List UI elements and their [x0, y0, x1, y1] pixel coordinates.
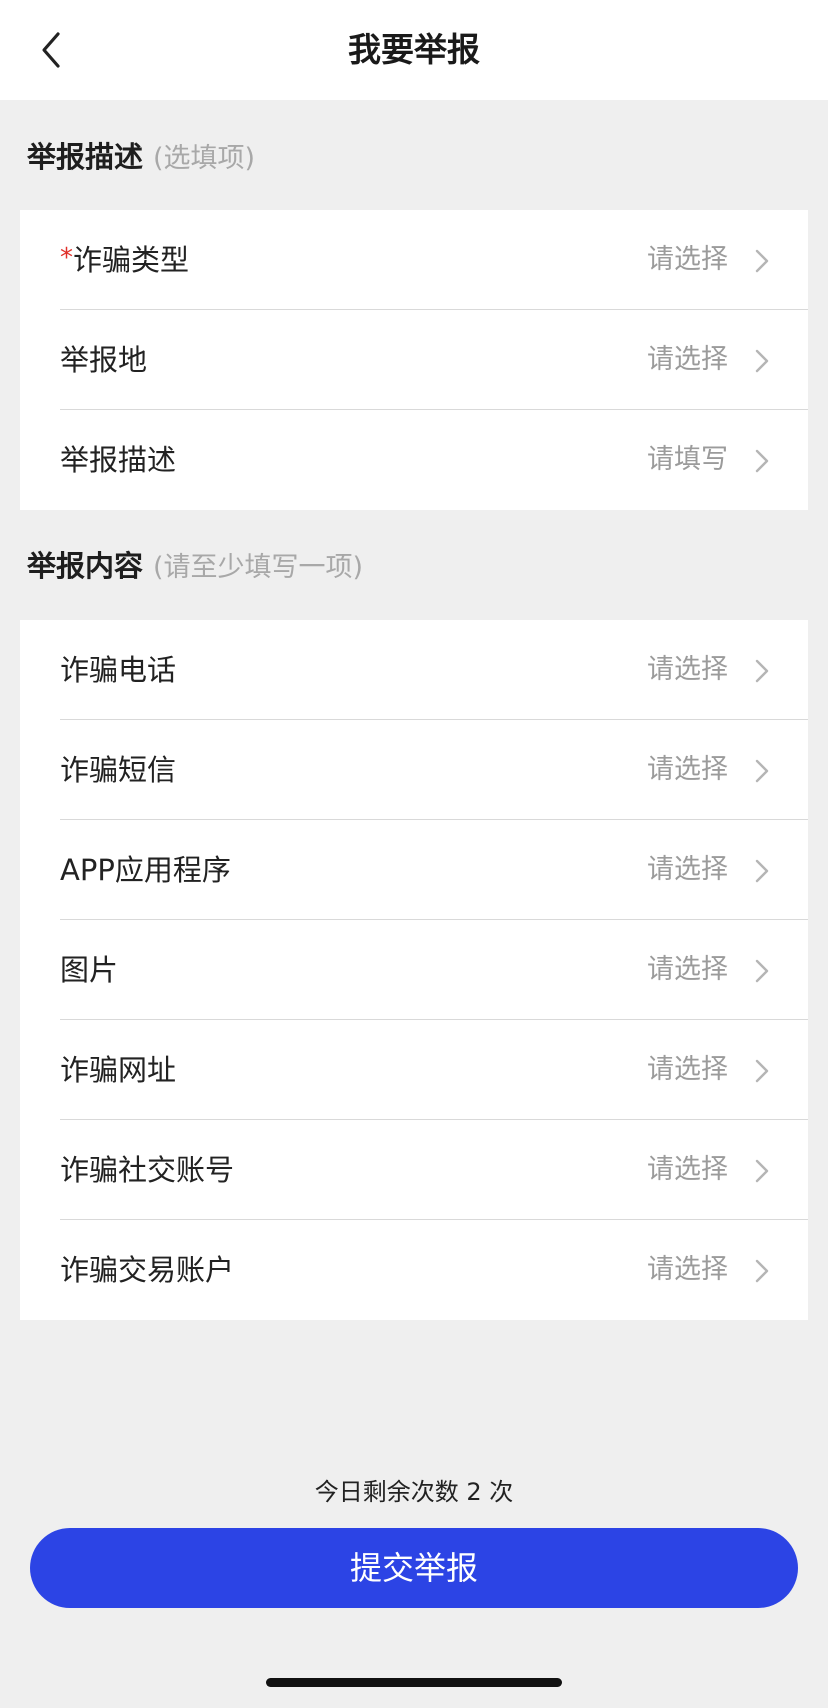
- row-fraud-type[interactable]: *诈骗类型 请选择: [20, 210, 808, 310]
- row-value: 请选择: [647, 1254, 728, 1285]
- row-label: 诈骗交易账户: [60, 1253, 235, 1287]
- row-label: 诈骗社交账号: [60, 1153, 235, 1187]
- section-title-text: 举报内容: [27, 549, 144, 583]
- row-app[interactable]: APP应用程序 请选择: [20, 820, 808, 920]
- row-value: 请选择: [647, 954, 728, 985]
- row-label: *诈骗类型: [60, 210, 189, 312]
- chevron-right-icon: [754, 348, 770, 374]
- row-label: 图片: [60, 953, 119, 987]
- chevron-right-icon: [754, 658, 770, 684]
- row-value: 请填写: [647, 444, 728, 475]
- chevron-right-icon: [754, 1158, 770, 1184]
- row-value: 请选择: [647, 754, 728, 785]
- row-value: 请选择: [647, 654, 728, 685]
- chevron-right-icon: [754, 448, 770, 474]
- chevron-right-icon: [754, 958, 770, 984]
- section-title-description: 举报描述 (选填项): [27, 137, 255, 179]
- row-fraud-transaction-account[interactable]: 诈骗交易账户 请选择: [20, 1220, 808, 1320]
- row-label: APP应用程序: [60, 853, 231, 887]
- remaining-count-text: 今日剩余次数 2 次: [314, 1478, 514, 1506]
- chevron-right-icon: [754, 248, 770, 274]
- row-fraud-url[interactable]: 诈骗网址 请选择: [20, 1020, 808, 1120]
- row-label: 诈骗短信: [60, 753, 177, 787]
- row-label: 举报描述: [60, 443, 177, 477]
- chevron-right-icon: [754, 858, 770, 884]
- row-label: 诈骗电话: [60, 653, 177, 687]
- row-value: 请选择: [647, 244, 728, 275]
- row-label-text: 诈骗类型: [73, 243, 190, 277]
- row-fraud-social-account[interactable]: 诈骗社交账号 请选择: [20, 1120, 808, 1220]
- section-title-content: 举报内容 (请至少填写一项): [27, 546, 363, 588]
- nav-bar: 我要举报: [0, 0, 828, 100]
- row-report-description[interactable]: 举报描述 请填写: [20, 410, 808, 510]
- page-title: 我要举报: [348, 30, 480, 69]
- report-description-card: *诈骗类型 请选择 举报地 请选择 举报描述 请填写: [20, 210, 808, 510]
- chevron-right-icon: [754, 1058, 770, 1084]
- required-mark: *: [60, 243, 73, 273]
- section-hint: (请至少填写一项): [153, 552, 364, 583]
- row-fraud-sms[interactable]: 诈骗短信 请选择: [20, 720, 808, 820]
- section-title-text: 举报描述: [27, 140, 144, 174]
- row-label: 举报地: [60, 343, 148, 377]
- report-content-card: 诈骗电话 请选择 诈骗短信 请选择 APP应用程序 请选择 图片 请选择 诈骗网…: [20, 620, 808, 1320]
- row-label: 诈骗网址: [60, 1053, 177, 1087]
- row-report-location[interactable]: 举报地 请选择: [20, 310, 808, 410]
- submit-report-button[interactable]: 提交举报: [30, 1528, 798, 1608]
- row-value: 请选择: [647, 1154, 728, 1185]
- row-value: 请选择: [647, 854, 728, 885]
- row-value: 请选择: [647, 1054, 728, 1085]
- row-fraud-phone[interactable]: 诈骗电话 请选择: [20, 620, 808, 720]
- chevron-right-icon: [754, 758, 770, 784]
- chevron-right-icon: [754, 1258, 770, 1284]
- row-image[interactable]: 图片 请选择: [20, 920, 808, 1020]
- row-value: 请选择: [647, 344, 728, 375]
- section-hint: (选填项): [153, 143, 256, 174]
- home-indicator: [266, 1678, 562, 1687]
